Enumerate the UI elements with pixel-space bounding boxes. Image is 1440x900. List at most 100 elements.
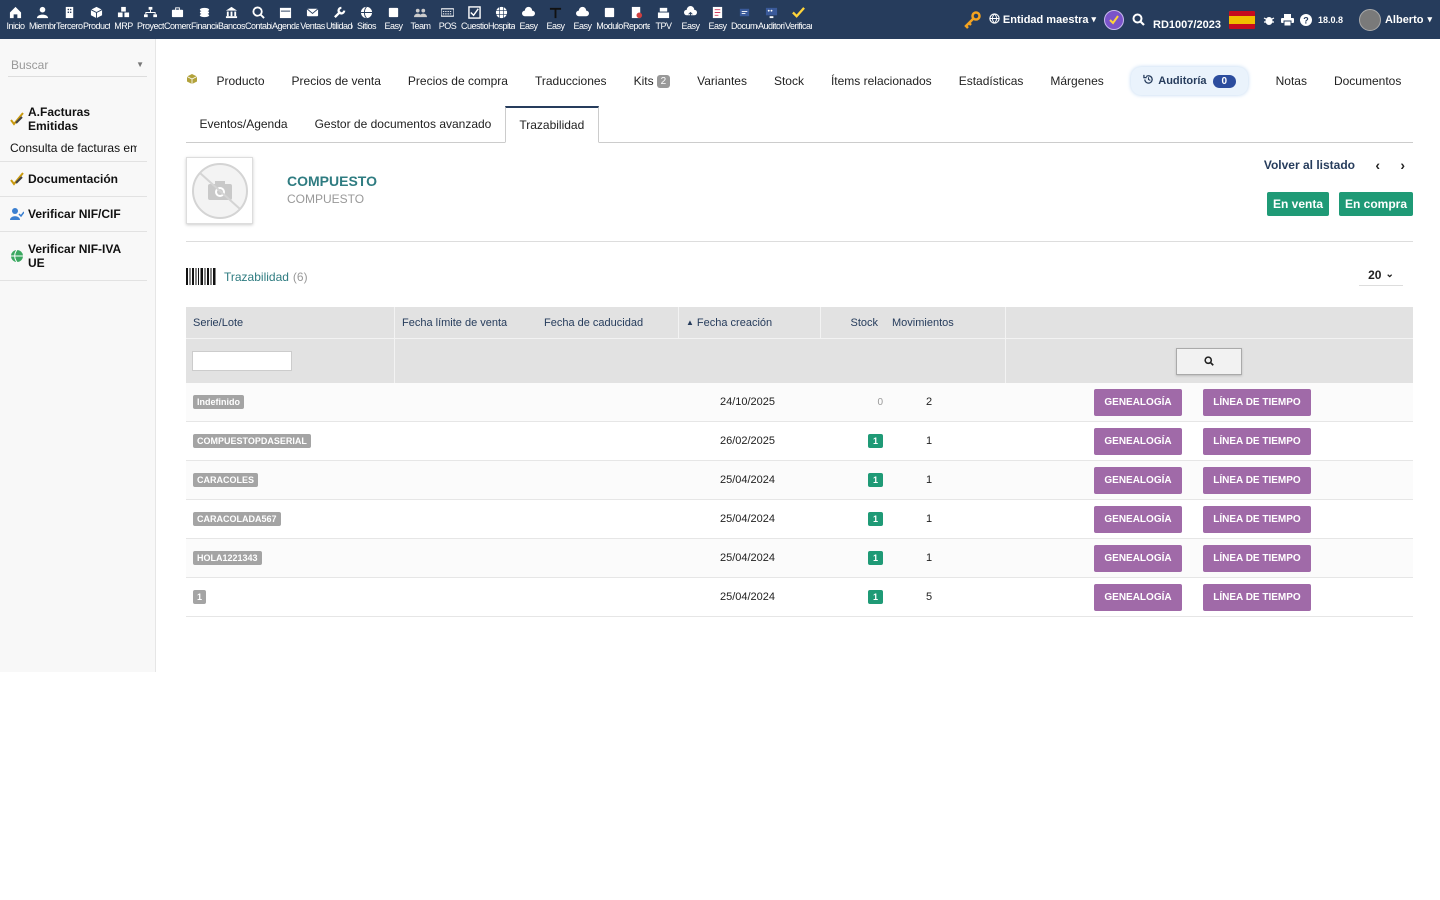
module-utilidades[interactable]: Utilidades <box>326 0 353 39</box>
module-terceros[interactable]: Terceros <box>56 0 83 39</box>
module-verificar[interactable]: Verificar <box>785 0 812 39</box>
search-icon[interactable] <box>1132 13 1145 26</box>
col-expiry[interactable]: Fecha de caducidad <box>537 307 679 338</box>
module-easy[interactable]: Easy <box>515 0 542 39</box>
col-sell-by[interactable]: Fecha límite de venta <box>395 307 537 338</box>
module-easy[interactable]: Easy <box>677 0 704 39</box>
module-hospital[interactable]: Hospital <box>488 0 515 39</box>
lot-badge[interactable]: CARACOLES <box>193 473 259 487</box>
mail-icon <box>306 6 320 19</box>
tab-audit[interactable]: Auditoría 0 <box>1131 67 1249 95</box>
previous-arrow-icon[interactable]: ‹ <box>1375 157 1380 173</box>
sidebar-item-title: Documentación <box>10 172 137 186</box>
tab-márgenes[interactable]: Márgenes <box>1037 74 1117 88</box>
bug-icon[interactable] <box>1263 14 1275 26</box>
module-easy[interactable]: Easy <box>380 0 407 39</box>
tab-kits[interactable]: Kits 2 <box>620 74 684 88</box>
module-auditoria[interactable]: Auditoria <box>758 0 785 39</box>
module-label: Documentos <box>731 21 758 31</box>
module-tpv[interactable]: TPV <box>650 0 677 39</box>
tab-estadísticas[interactable]: Estadísticas <box>945 74 1037 88</box>
lot-badge[interactable]: CARACOLADA567 <box>193 512 281 526</box>
module-easy[interactable]: Easy <box>704 0 731 39</box>
on-sale-badge[interactable]: En venta <box>1266 192 1329 216</box>
lot-badge[interactable]: COMPUESTOPDASERIAL <box>193 434 311 448</box>
module-miembros[interactable]: Miembros <box>29 0 56 39</box>
main-content: Producto Precios de venta Precios de compr… <box>186 39 1414 617</box>
col-serial-lot[interactable]: Serie/Lote <box>186 307 395 338</box>
sidebar-item-1[interactable]: Documentación <box>0 162 147 197</box>
sidebar-subitem[interactable]: Consulta de facturas emitidas <box>10 141 137 155</box>
module-financiera[interactable]: Financiera <box>191 0 218 39</box>
timeline-button[interactable]: LÍNEA DE TIEMPO <box>1203 505 1311 533</box>
module-contabilidad[interactable]: Contabilidad <box>245 0 272 39</box>
module-team[interactable]: Team <box>407 0 434 39</box>
lot-badge[interactable]: Indefinido <box>193 395 244 409</box>
timeline-button[interactable]: LÍNEA DE TIEMPO <box>1203 544 1311 572</box>
help-icon[interactable]: ? <box>1299 13 1312 26</box>
on-purchase-badge[interactable]: En compra <box>1338 192 1413 216</box>
module-proyectos[interactable]: Proyectos <box>137 0 164 39</box>
lot-badge[interactable]: 1 <box>193 590 207 604</box>
module-mrp[interactable]: MRP <box>110 0 137 39</box>
timeline-button[interactable]: LÍNEA DE TIEMPO <box>1203 388 1311 416</box>
tab-documentos[interactable]: Documentos <box>1320 74 1414 88</box>
col-moves[interactable]: Movimientos <box>885 307 1006 338</box>
timeline-button[interactable]: LÍNEA DE TIEMPO <box>1203 466 1311 494</box>
module-cuestionarios[interactable]: Cuestionarios <box>461 0 488 39</box>
filter-search-button[interactable] <box>1176 347 1242 375</box>
back-to-list-link[interactable]: Volver al listado <box>1264 158 1355 172</box>
genealogy-button[interactable]: GENEALOGÍA <box>1094 427 1182 455</box>
module-easy[interactable]: Easy <box>542 0 569 39</box>
lot-filter-input[interactable] <box>192 351 292 371</box>
tab-variantes[interactable]: Variantes <box>684 74 761 88</box>
genealogy-button[interactable]: GENEALOGÍA <box>1094 466 1182 494</box>
user-menu[interactable]: Alberto ▾ <box>1358 8 1432 31</box>
module-reportes[interactable]: Reportes <box>623 0 650 39</box>
module-bancos[interactable]: Bancos <box>218 0 245 39</box>
genealogy-button[interactable]: GENEALOGÍA <box>1094 505 1182 533</box>
module-productos[interactable]: Productos <box>83 0 110 39</box>
module-ventas[interactable]: Ventas <box>299 0 326 39</box>
print-icon[interactable] <box>1280 13 1294 26</box>
tab-ítems-relacionados[interactable]: Ítems relacionados <box>817 74 945 88</box>
module-agenda[interactable]: Agenda <box>272 0 299 39</box>
key-icon[interactable] <box>963 10 981 29</box>
tab-precios-de-venta[interactable]: Precios de venta <box>278 74 394 88</box>
module-comercial[interactable]: Comercial <box>164 0 191 39</box>
page-size-select[interactable]: 20 ⌄ <box>1359 264 1403 286</box>
genealogy-button[interactable]: GENEALOGÍA <box>1094 388 1182 416</box>
genealogy-button[interactable]: GENEALOGÍA <box>1094 583 1182 611</box>
tab-producto[interactable]: Producto <box>203 74 278 88</box>
tab-precios-de-compra[interactable]: Precios de compra <box>394 74 521 88</box>
module-sitios[interactable]: Sitios <box>353 0 380 39</box>
sidebar-item-3[interactable]: Verificar NIF-IVA UE <box>0 232 147 281</box>
timeline-button[interactable]: LÍNEA DE TIEMPO <box>1203 583 1311 611</box>
sidebar-item-2[interactable]: Verificar NIF/CIF <box>0 197 147 232</box>
module-documentos[interactable]: Documentos <box>731 0 758 39</box>
timeline-button[interactable]: LÍNEA DE TIEMPO <box>1203 427 1311 455</box>
module-label: Ventas <box>300 21 325 31</box>
tab-trazabilidad[interactable]: Trazabilidad <box>504 106 599 143</box>
language-flag[interactable] <box>1228 10 1255 29</box>
module-easy[interactable]: Easy <box>569 0 596 39</box>
document-ref[interactable]: RD1007/2023 <box>1153 19 1221 31</box>
product-photo[interactable] <box>186 157 253 224</box>
tab-stock[interactable]: Stock <box>760 74 817 88</box>
col-stock[interactable]: Stock <box>821 307 885 338</box>
sidebar-search[interactable]: Buscar ▼ <box>8 53 147 77</box>
col-created[interactable]: ▲ Fecha creación <box>679 307 821 338</box>
sidebar-item-0[interactable]: A.Facturas Emitidas Consulta de facturas … <box>0 95 147 162</box>
next-arrow-icon[interactable]: › <box>1400 157 1405 173</box>
module-pos[interactable]: POS <box>434 0 461 39</box>
module-inicio[interactable]: Inicio <box>2 0 29 39</box>
tab-traducciones[interactable]: Traducciones <box>521 74 620 88</box>
tab-eventos-agenda[interactable]: Eventos/Agenda <box>186 106 301 142</box>
verify-circle[interactable] <box>1104 9 1125 30</box>
entity-selector[interactable]: Entidad maestra ▾ <box>989 12 1096 27</box>
genealogy-button[interactable]: GENEALOGÍA <box>1094 544 1182 572</box>
lot-badge[interactable]: HOLA1221343 <box>193 551 262 565</box>
module-modulo[interactable]: Modulo <box>596 0 623 39</box>
tab-gestor-de-documentos-avanzado[interactable]: Gestor de documentos avanzado <box>301 106 505 142</box>
tab-notas[interactable]: Notas <box>1262 74 1320 88</box>
